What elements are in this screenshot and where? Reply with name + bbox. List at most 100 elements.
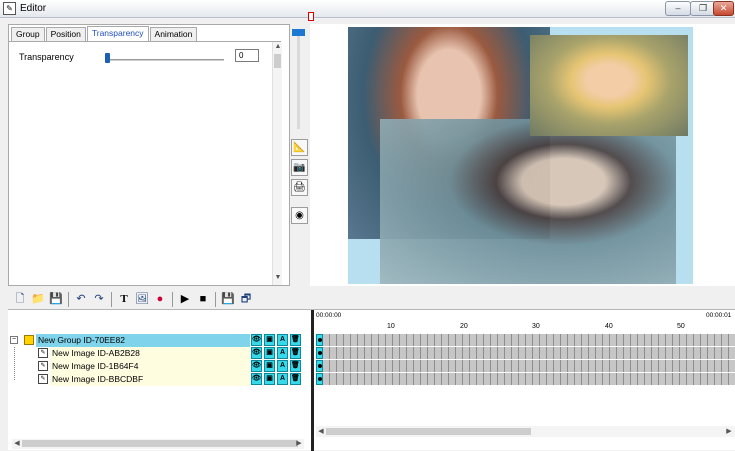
- tree-scroll-thumb[interactable]: [22, 440, 298, 447]
- image-blonde-portrait[interactable]: [530, 35, 688, 136]
- collapse-icon[interactable]: −: [10, 336, 18, 344]
- properties-panel: Group Position Transparency Animation Tr…: [8, 24, 290, 286]
- tree-row-image[interactable]: ✎ New Image ID-BBCDBF 👁 ▣ A 🗑: [8, 373, 308, 386]
- image-label[interactable]: New Image ID-AB2B28: [50, 347, 250, 360]
- undo-icon[interactable]: ↶: [73, 291, 89, 308]
- keyframe-dot: [318, 351, 322, 355]
- play-icon[interactable]: ▶: [177, 291, 193, 308]
- lock-icon[interactable]: ▣: [264, 360, 275, 372]
- anim-a-icon[interactable]: A: [277, 347, 288, 359]
- printer-icon[interactable]: 🖨: [291, 179, 308, 196]
- lock-icon[interactable]: ▣: [264, 347, 275, 359]
- open-folder-icon[interactable]: 📁: [30, 291, 46, 308]
- main-toolbar: 🗋 📁 💾 ↶ ↷ T 🖼 ● ▶ ■ 💾 🗗: [8, 289, 291, 309]
- eye-icon[interactable]: 👁: [251, 334, 262, 346]
- keyframe[interactable]: [316, 347, 323, 359]
- zoom-slider-track[interactable]: [297, 29, 300, 129]
- side-toolbar: 📐 📷 🖨 ◉: [291, 24, 308, 286]
- tab-animation[interactable]: Animation: [149, 27, 198, 41]
- text-icon[interactable]: T: [116, 291, 132, 308]
- toolbar-separator: [172, 291, 173, 307]
- eye-icon[interactable]: 👁: [251, 347, 262, 359]
- tracks-scroll-thumb[interactable]: [326, 428, 531, 435]
- scroll-left-icon[interactable]: ◀: [316, 427, 326, 435]
- timeline-tracks: 00:00:00 00:00:01 10 20 30 40 50 ◀ ▶: [316, 310, 735, 451]
- keyframe[interactable]: [316, 360, 323, 372]
- color-wheel-icon[interactable]: ◉: [291, 207, 308, 224]
- tab-transparency[interactable]: Transparency: [86, 26, 149, 41]
- image-icon[interactable]: 🖼: [134, 291, 150, 308]
- panel-scroll-thumb[interactable]: [274, 54, 281, 68]
- export-all-icon[interactable]: 🗗: [238, 291, 254, 308]
- scroll-down-icon[interactable]: ▼: [273, 274, 283, 281]
- group-label[interactable]: New Group ID-70EE82: [36, 334, 250, 347]
- anim-a-icon[interactable]: A: [277, 360, 288, 372]
- tree-row-image[interactable]: ✎ New Image ID-AB2B28 👁 ▣ A 🗑: [8, 347, 308, 360]
- preview-canvas[interactable]: [348, 27, 693, 284]
- playhead-marker[interactable]: [308, 12, 314, 21]
- track-group[interactable]: [316, 334, 735, 346]
- zoom-slider-thumb[interactable]: [292, 29, 305, 36]
- keyframe-dot: [318, 338, 322, 342]
- track-image[interactable]: [316, 360, 735, 372]
- app-icon: ✎: [3, 2, 16, 15]
- tree-row-group[interactable]: − New Group ID-70EE82 👁 ▣ A 🗑: [8, 334, 308, 347]
- keyframe[interactable]: [316, 334, 323, 346]
- timeline-start-time: 00:00:00: [316, 312, 342, 319]
- tab-divider: [9, 41, 281, 42]
- ruler-icon[interactable]: 📐: [291, 139, 308, 156]
- stop-icon[interactable]: ■: [195, 291, 211, 308]
- camera-icon[interactable]: 📷: [291, 159, 308, 176]
- image-brunette-portrait[interactable]: [380, 119, 676, 284]
- scroll-up-icon[interactable]: ▲: [273, 43, 283, 50]
- close-button[interactable]: ✕: [713, 1, 734, 16]
- window-title: Editor: [20, 3, 47, 14]
- eye-icon[interactable]: 👁: [251, 373, 262, 385]
- timeline-splitter[interactable]: [311, 310, 314, 451]
- trash-icon[interactable]: 🗑: [290, 373, 301, 385]
- tracks-horizontal-scrollbar[interactable]: ◀ ▶: [316, 426, 735, 437]
- lock-icon[interactable]: ▣: [264, 373, 275, 385]
- export-icon[interactable]: 💾: [220, 291, 236, 308]
- transparency-value-input[interactable]: 0: [235, 49, 259, 62]
- image-actions: 👁 ▣ A 🗑: [251, 373, 301, 386]
- track-image[interactable]: [316, 347, 735, 359]
- keyframe-dot: [318, 377, 322, 381]
- effects-icon[interactable]: ●: [152, 291, 168, 308]
- trash-icon[interactable]: 🗑: [290, 347, 301, 359]
- scroll-left-icon[interactable]: ◀: [12, 439, 22, 447]
- timeline-end-time: 00:00:01: [706, 312, 732, 319]
- transparency-slider-thumb[interactable]: [105, 53, 110, 63]
- eye-icon[interactable]: 👁: [251, 360, 262, 372]
- title-bar: ✎ Editor – ❐ ✕: [0, 0, 735, 18]
- anim-a-icon[interactable]: A: [277, 373, 288, 385]
- tab-strip: Group Position Transparency Animation: [11, 26, 198, 41]
- track-image[interactable]: [316, 373, 735, 385]
- tab-position[interactable]: Position: [45, 27, 86, 41]
- scroll-right-icon[interactable]: ▶: [294, 439, 304, 447]
- lock-icon[interactable]: ▣: [264, 334, 275, 346]
- redo-icon[interactable]: ↷: [91, 291, 107, 308]
- keyframe[interactable]: [316, 373, 323, 385]
- timeline-tick: 50: [677, 323, 685, 330]
- tree-row-image[interactable]: ✎ New Image ID-1B64F4 👁 ▣ A 🗑: [8, 360, 308, 373]
- image-label[interactable]: New Image ID-BBCDBF: [50, 373, 250, 386]
- scroll-right-icon[interactable]: ▶: [724, 427, 734, 435]
- tab-group[interactable]: Group: [11, 27, 45, 41]
- image-item-icon: ✎: [38, 361, 48, 371]
- trash-icon[interactable]: 🗑: [290, 334, 301, 346]
- timeline-tick: 30: [532, 323, 540, 330]
- new-file-icon[interactable]: 🗋: [12, 291, 28, 308]
- transparency-label: Transparency: [19, 52, 74, 62]
- keyframe-dot: [318, 364, 322, 368]
- trash-icon[interactable]: 🗑: [290, 360, 301, 372]
- minimize-button[interactable]: –: [665, 1, 691, 16]
- anim-a-icon[interactable]: A: [277, 334, 288, 346]
- panel-vertical-scrollbar[interactable]: ▲ ▼: [272, 42, 282, 285]
- transparency-slider-track[interactable]: [106, 59, 224, 61]
- image-actions: 👁 ▣ A 🗑: [251, 360, 301, 373]
- save-icon[interactable]: 💾: [48, 291, 64, 308]
- toolbar-separator: [215, 291, 216, 307]
- image-label[interactable]: New Image ID-1B64F4: [50, 360, 250, 373]
- tree-horizontal-scrollbar[interactable]: ◀ ▶: [12, 439, 304, 449]
